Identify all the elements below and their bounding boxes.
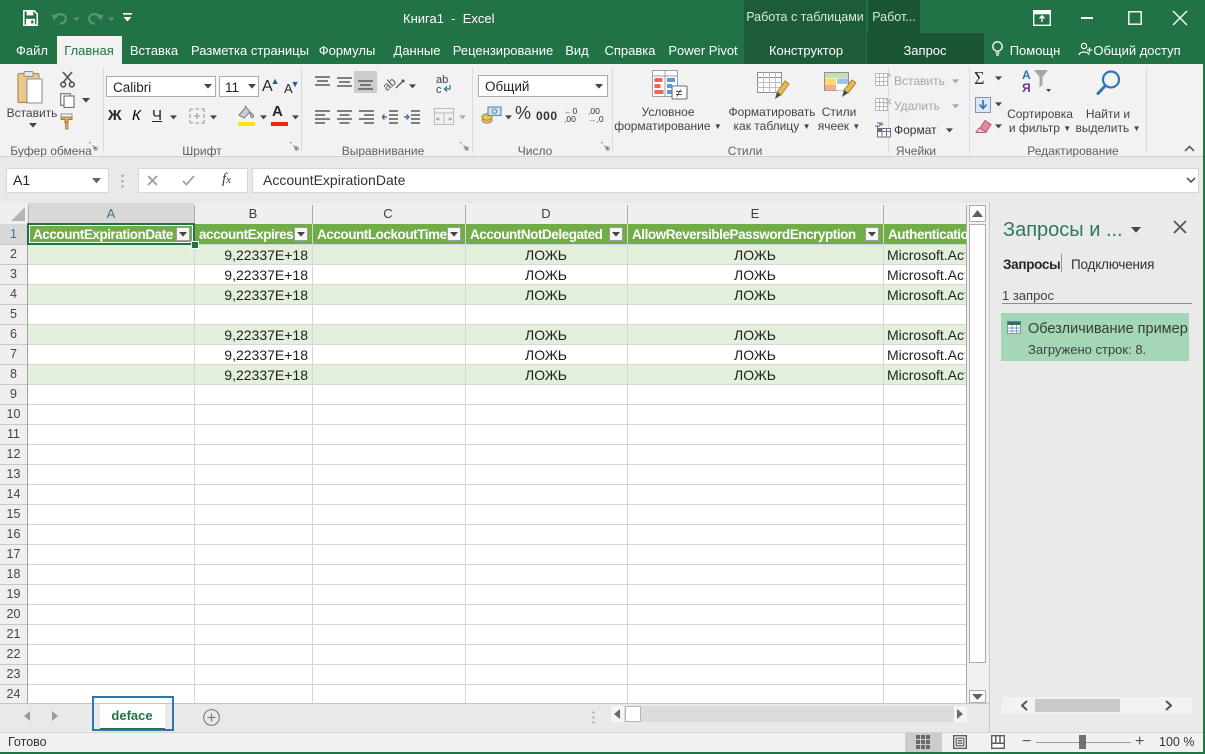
svg-text:Я: Я	[1022, 81, 1031, 95]
svg-text:≠: ≠	[676, 86, 683, 100]
svg-text:c: c	[436, 84, 442, 94]
svg-text:ab: ab	[384, 74, 399, 94]
svg-text:А: А	[1022, 68, 1031, 82]
